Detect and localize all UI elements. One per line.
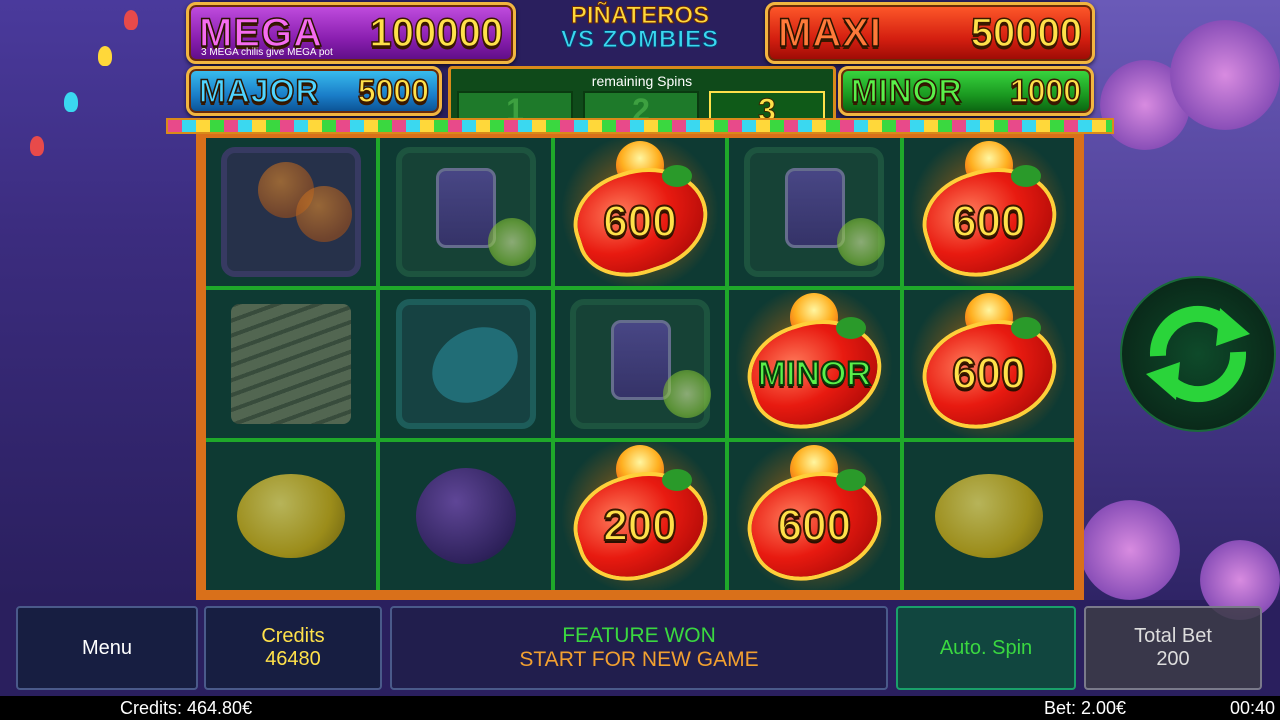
- reel-cell: [206, 442, 377, 590]
- flower-decoration: [1080, 500, 1180, 600]
- string-light-icon: [98, 46, 112, 66]
- reel-cell: 600: [729, 442, 900, 590]
- logo-line1: PIÑATEROS: [570, 2, 710, 29]
- chili-value: 600: [777, 500, 852, 551]
- reel-cell: [206, 138, 377, 286]
- chili-symbol: 600: [906, 138, 1071, 286]
- papel-picado-ribbon: [166, 118, 1114, 134]
- reel-cell: [380, 442, 551, 590]
- chili-value: MINOR: [757, 354, 872, 394]
- menu-button[interactable]: Menu: [16, 606, 198, 690]
- reel-cell: [206, 290, 377, 438]
- jackpot-maxi-value: 50000: [970, 10, 1083, 56]
- chili-value: 600: [602, 196, 677, 247]
- reel-cell: 600: [903, 138, 1074, 286]
- flower-decoration: [1170, 20, 1280, 130]
- chili-value: 200: [602, 500, 677, 551]
- reel-cell: 200: [554, 442, 726, 590]
- remaining-spins-title: remaining Spins: [591, 73, 693, 89]
- jackpot-minor-name: MINOR: [850, 72, 963, 110]
- status-bet: Bet: 2.00€: [1044, 698, 1127, 718]
- string-light-icon: [30, 136, 44, 156]
- spin-button[interactable]: [1120, 276, 1276, 432]
- jackpot-mega-value: 100000: [369, 10, 504, 56]
- pumpkin-icon: [296, 186, 352, 242]
- potion-icon: [785, 168, 846, 248]
- reel-grid: 600 600 MINOR 600 200 600: [206, 138, 1074, 590]
- chili-value: 600: [951, 348, 1026, 399]
- chili-symbol: MINOR: [732, 290, 897, 438]
- jackpot-maxi-name: MAXI: [777, 10, 882, 56]
- chili-symbol: 600: [906, 290, 1071, 438]
- jackpot-maxi: MAXI 50000: [765, 2, 1095, 64]
- message-panel: FEATURE WON START FOR NEW GAME: [390, 606, 888, 690]
- jackpot-mega-note: 3 MEGA chilis give MEGA pot: [201, 47, 333, 58]
- lemon-icon: [237, 474, 346, 558]
- jackpot-mega: MEGA 100000 3 MEGA chilis give MEGA pot: [186, 2, 516, 64]
- string-light-icon: [124, 10, 138, 30]
- reel-cell: [554, 290, 726, 438]
- jackpot-major: MAJOR 5000: [186, 66, 442, 116]
- total-bet-label: Total Bet: [1134, 625, 1212, 647]
- total-bet-panel[interactable]: Total Bet 200: [1084, 606, 1262, 690]
- background-left: [0, 0, 200, 600]
- jackpot-minor: MINOR 1000: [838, 66, 1094, 116]
- credits-panel: Credits 46480: [204, 606, 382, 690]
- reel-cell: [380, 138, 551, 286]
- reel-cell: 600: [554, 138, 726, 286]
- status-time: 00:40: [1230, 698, 1276, 718]
- reel-cell: [380, 290, 551, 438]
- total-bet-value: 200: [1156, 648, 1190, 670]
- status-bar: Credits: 464.80€ Bet: 2.00€ 00:40: [0, 696, 1280, 720]
- credits-label: Credits: [261, 625, 325, 647]
- jackpot-major-name: MAJOR: [198, 72, 320, 110]
- potion-icon: [436, 168, 497, 248]
- mummy-seven-icon: [231, 304, 352, 424]
- chili-symbol: 200: [557, 442, 722, 590]
- reel-cell: [729, 138, 900, 286]
- lime-icon: [837, 218, 886, 266]
- plum-icon: [415, 468, 516, 564]
- lime-icon: [662, 370, 711, 418]
- chili-symbol: 600: [557, 138, 722, 286]
- chili-value: 600: [951, 196, 1026, 247]
- reel-cell: 600: [903, 290, 1074, 438]
- lemon-icon: [934, 474, 1043, 558]
- logo-line2: VS ZOMBIES: [560, 26, 720, 53]
- jackpot-minor-value: 1000: [1009, 72, 1082, 110]
- refresh-arrows-icon: [1146, 305, 1250, 403]
- string-light-icon: [64, 92, 78, 112]
- game-logo: PIÑATEROS VS ZOMBIES: [540, 2, 740, 62]
- reel-cell: MINOR: [729, 290, 900, 438]
- status-credits: Credits: 464.80€: [120, 698, 253, 718]
- potion-icon: [610, 320, 671, 400]
- auto-spin-button[interactable]: Auto. Spin: [896, 606, 1076, 690]
- reel-cell: [903, 442, 1074, 590]
- credits-value: 46480: [265, 648, 321, 670]
- auto-spin-label: Auto. Spin: [939, 636, 1033, 659]
- reel-frame: 600 600 MINOR 600 200 600: [196, 134, 1084, 600]
- chili-symbol: 600: [732, 442, 897, 590]
- message-line2: START FOR NEW GAME: [519, 648, 759, 671]
- jackpot-major-value: 5000: [357, 72, 430, 110]
- menu-button-label: Menu: [81, 636, 133, 659]
- message-line1: FEATURE WON: [562, 624, 716, 647]
